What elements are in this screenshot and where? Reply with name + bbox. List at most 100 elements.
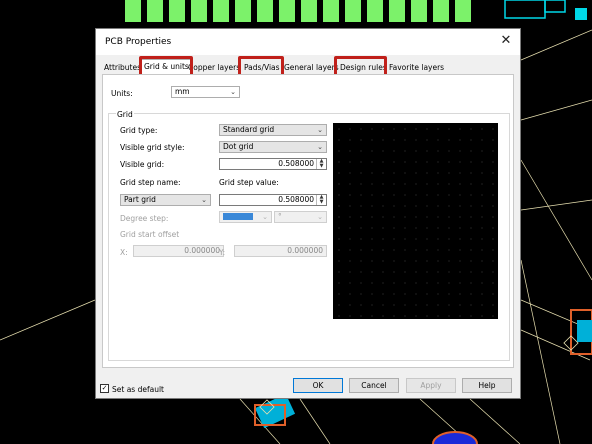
grid-dot: [382, 315, 384, 317]
grid-dot: [404, 128, 406, 130]
grid-dot: [437, 249, 439, 251]
grid-step-name-value: Part grid: [124, 195, 156, 204]
grid-dot: [371, 260, 373, 262]
grid-dot: [492, 260, 494, 262]
grid-dot: [426, 150, 428, 152]
spin-arrows-icon[interactable]: ▲ ▼: [316, 159, 326, 169]
grid-dot: [481, 227, 483, 229]
grid-dot: [470, 249, 472, 251]
grid-step-value-input[interactable]: 0.508000 ▲ ▼: [219, 194, 327, 206]
grid-dot: [459, 205, 461, 207]
grid-type-value: Standard grid: [223, 125, 275, 134]
visible-grid-input[interactable]: 0.508000 ▲ ▼: [219, 158, 327, 170]
grid-dot: [371, 315, 373, 317]
grid-dot: [481, 139, 483, 141]
grid-dot: [360, 304, 362, 306]
spin-arrows-icon[interactable]: ▲ ▼: [316, 195, 326, 205]
grid-dot: [426, 205, 428, 207]
grid-dot: [448, 304, 450, 306]
grid-dot: [426, 260, 428, 262]
grid-dot: [382, 161, 384, 163]
grid-dot: [393, 304, 395, 306]
grid-dot: [459, 194, 461, 196]
grid-dot: [448, 194, 450, 196]
grid-dot: [481, 271, 483, 273]
grid-dot: [470, 139, 472, 141]
grid-dot: [481, 172, 483, 174]
grid-dot: [481, 315, 483, 317]
grid-dot: [459, 139, 461, 141]
help-button[interactable]: Help: [462, 378, 512, 393]
chevron-down-icon: ⌄: [201, 196, 207, 204]
tab-favorite-layers[interactable]: Favorite layers: [387, 61, 446, 74]
grid-dot: [470, 293, 472, 295]
grid-dot: [492, 150, 494, 152]
grid-dot: [338, 194, 340, 196]
grid-dot: [448, 282, 450, 284]
grid-step-value: 0.508000: [278, 195, 314, 204]
chevron-down-icon: ⌄: [317, 126, 323, 134]
grid-dot: [404, 172, 406, 174]
units-select[interactable]: mm ⌄: [171, 86, 240, 98]
grid-dot: [371, 139, 373, 141]
grid-dot: [349, 260, 351, 262]
grid-dot: [448, 315, 450, 317]
grid-dot: [481, 260, 483, 262]
grid-dot: [371, 172, 373, 174]
degree-unit-select[interactable]: ° ⌄: [274, 211, 327, 223]
grid-dot: [338, 315, 340, 317]
y-offset-input[interactable]: 0.000000: [234, 245, 327, 257]
grid-dot: [470, 150, 472, 152]
grid-dot: [360, 139, 362, 141]
component-right: [563, 309, 592, 355]
grid-dot: [437, 315, 439, 317]
set-default-checkbox[interactable]: ✓: [100, 384, 109, 393]
grid-dot: [481, 238, 483, 240]
grid-dot: [415, 282, 417, 284]
cancel-button[interactable]: Cancel: [349, 378, 399, 393]
grid-dot: [426, 172, 428, 174]
grid-dot: [393, 205, 395, 207]
grid-start-offset-label: Grid start offset: [120, 230, 180, 239]
grid-dot: [382, 304, 384, 306]
grid-dot: [415, 271, 417, 273]
grid-step-name-select[interactable]: Part grid ⌄: [120, 194, 211, 206]
tab-general-layers[interactable]: General layers: [282, 61, 341, 74]
grid-dot: [360, 238, 362, 240]
grid-dot: [481, 249, 483, 251]
grid-dot: [382, 238, 384, 240]
grid-dot: [437, 194, 439, 196]
degree-step-select[interactable]: ⌄: [219, 211, 272, 223]
grid-dot: [360, 128, 362, 130]
visible-grid-value: 0.508000: [278, 159, 314, 168]
close-icon[interactable]: ✕: [498, 33, 514, 49]
grid-dot: [338, 249, 340, 251]
apply-button[interactable]: Apply: [406, 378, 456, 393]
grid-dot: [426, 282, 428, 284]
grid-dot: [371, 205, 373, 207]
grid-dot: [470, 172, 472, 174]
grid-dot: [349, 172, 351, 174]
grid-dot: [393, 271, 395, 273]
grid-dot: [360, 260, 362, 262]
grid-dot: [338, 271, 340, 273]
grid-dot: [448, 183, 450, 185]
tab-copper-layers[interactable]: Copper layers: [186, 61, 242, 74]
grid-type-select[interactable]: Standard grid ⌄: [219, 124, 327, 136]
grid-dot: [415, 249, 417, 251]
x-offset-input[interactable]: 0.000000: [133, 245, 224, 257]
grid-dot: [404, 271, 406, 273]
grid-dot: [349, 139, 351, 141]
grid-dot: [349, 227, 351, 229]
tab-attributes[interactable]: Attributes: [102, 61, 143, 74]
grid-dot: [393, 293, 395, 295]
visible-grid-style-value: Dot grid: [223, 142, 254, 151]
ok-button[interactable]: OK: [293, 378, 343, 393]
grid-dot: [349, 216, 351, 218]
grid-dot: [448, 293, 450, 295]
grid-dot: [492, 249, 494, 251]
grid-dot: [481, 183, 483, 185]
grid-dot: [393, 238, 395, 240]
grid-dot: [415, 150, 417, 152]
visible-grid-style-select[interactable]: Dot grid ⌄: [219, 141, 327, 153]
